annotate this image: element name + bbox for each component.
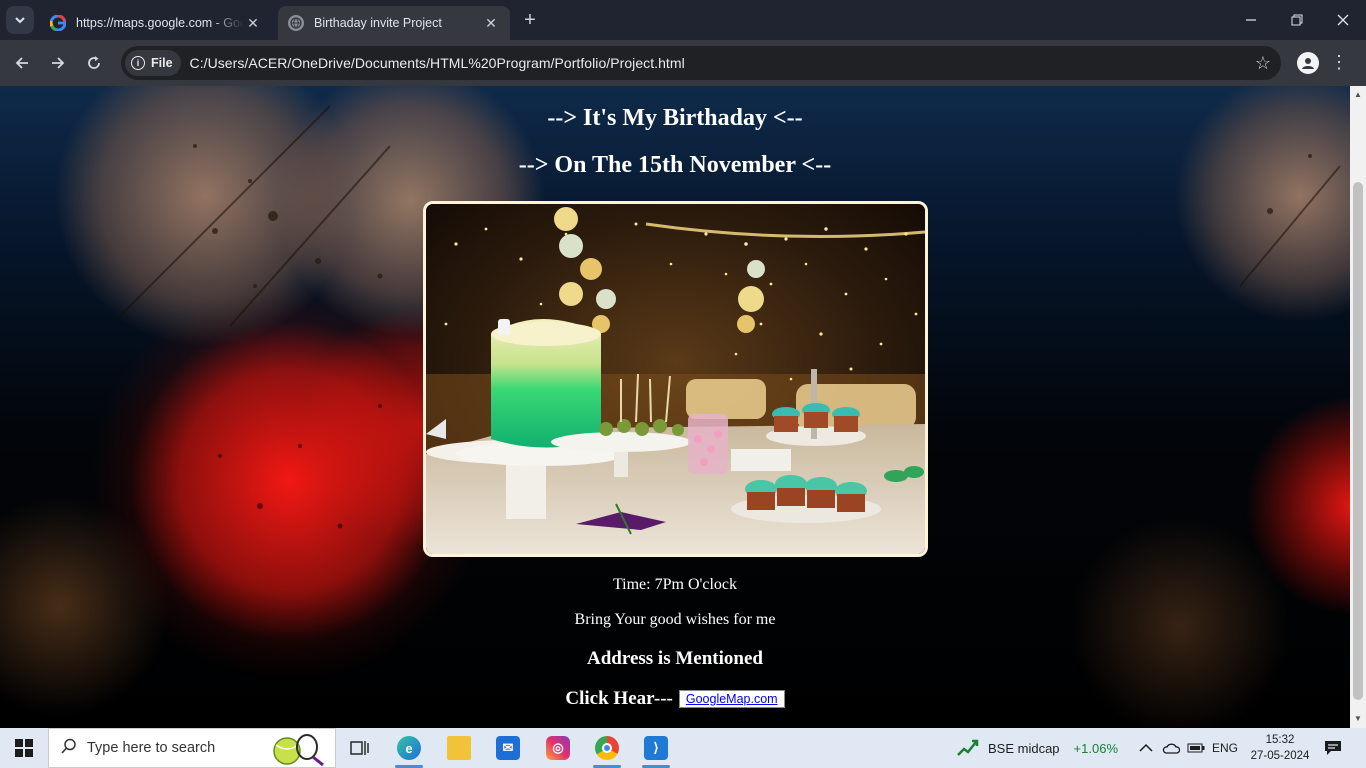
stock-name: BSE midcap bbox=[988, 740, 1060, 756]
search-highlight-icon bbox=[271, 731, 325, 768]
restore-button[interactable] bbox=[1274, 0, 1320, 40]
chevron-up-icon bbox=[1139, 743, 1153, 752]
tab-search-button[interactable] bbox=[6, 6, 34, 34]
stock-chart-icon bbox=[956, 737, 980, 760]
birthday-heading: --> It's My Birthaday <-- bbox=[547, 105, 803, 131]
minimize-icon bbox=[1246, 19, 1256, 21]
windows-taskbar: Type here to search e ✉ ◎ ⟩ BSE midcap +… bbox=[0, 728, 1366, 768]
tab-title: Birthaday invite Project bbox=[314, 16, 442, 30]
google-map-link[interactable]: GoogleMap.com bbox=[678, 690, 785, 708]
chevron-down-icon bbox=[15, 17, 25, 24]
browser-toolbar: i File C:/Users/ACER/OneDrive/Documents/… bbox=[0, 40, 1366, 86]
reload-icon bbox=[88, 56, 100, 69]
taskbar-search-box[interactable]: Type here to search bbox=[48, 728, 336, 768]
reload-button[interactable] bbox=[80, 49, 108, 77]
battery-tray[interactable] bbox=[1187, 728, 1205, 768]
close-icon bbox=[1337, 14, 1349, 26]
taskbar-vscode[interactable]: ⟩ bbox=[633, 728, 679, 768]
vscode-icon: ⟩ bbox=[644, 736, 668, 760]
restore-icon bbox=[1291, 14, 1303, 26]
browser-tabbar: https://maps.google.com - Goo ✕ Birthada… bbox=[0, 0, 1366, 40]
stock-change: +1.06% bbox=[1073, 740, 1118, 756]
page-scrollbar[interactable]: ▲ ▼ bbox=[1350, 86, 1366, 728]
arrow-left-icon bbox=[15, 57, 28, 69]
taskbar-instagram[interactable]: ◎ bbox=[535, 728, 581, 768]
profile-avatar[interactable] bbox=[1297, 52, 1319, 74]
clock-date: 27-05-2024 bbox=[1250, 750, 1310, 762]
taskbar-edge[interactable]: e bbox=[386, 728, 432, 768]
click-here-label: Click Hear--- bbox=[565, 688, 673, 709]
page-viewport: --> It's My Birthaday <-- --> On The 15t… bbox=[0, 86, 1350, 728]
onedrive-tray[interactable] bbox=[1162, 728, 1180, 768]
battery-icon bbox=[1187, 743, 1205, 753]
scroll-up-icon[interactable]: ▲ bbox=[1350, 88, 1366, 102]
more-options-icon[interactable]: ⋮ bbox=[1330, 51, 1348, 75]
info-icon: i bbox=[131, 56, 145, 70]
tab-title: https://maps.google.com - Goo bbox=[76, 16, 244, 30]
language-label: ENG bbox=[1212, 741, 1239, 755]
address-bar[interactable]: i File C:/Users/ACER/OneDrive/Documents/… bbox=[121, 46, 1281, 80]
new-tab-button[interactable]: + bbox=[518, 9, 542, 33]
date-heading: --> On The 15th November <-- bbox=[518, 152, 832, 178]
show-hidden-icons[interactable] bbox=[1139, 728, 1153, 768]
taskbar-file-explorer[interactable] bbox=[436, 728, 482, 768]
taskbar-chrome[interactable] bbox=[584, 728, 630, 768]
mail-icon: ✉ bbox=[496, 736, 520, 760]
language-indicator[interactable]: ENG bbox=[1212, 728, 1238, 768]
notifications-button[interactable] bbox=[1324, 728, 1342, 768]
forward-button[interactable] bbox=[44, 49, 72, 77]
close-tab-icon[interactable]: ✕ bbox=[482, 14, 500, 32]
birthday-cake-image bbox=[423, 201, 928, 557]
scrollbar-thumb[interactable] bbox=[1353, 182, 1363, 700]
close-tab-icon[interactable]: ✕ bbox=[244, 14, 262, 32]
folder-icon bbox=[447, 736, 471, 760]
url-text[interactable]: C:/Users/ACER/OneDrive/Documents/HTML%20… bbox=[190, 55, 685, 71]
cloud-icon bbox=[1162, 743, 1180, 754]
windows-logo-icon bbox=[15, 739, 33, 757]
google-icon bbox=[50, 15, 66, 31]
search-icon bbox=[61, 738, 77, 759]
taskbar-mail[interactable]: ✉ bbox=[485, 728, 531, 768]
start-button[interactable] bbox=[0, 728, 48, 768]
map-link-row: Click Hear--- GoogleMap.com bbox=[0, 688, 1350, 710]
task-view-button[interactable] bbox=[337, 728, 383, 768]
site-info-label: File bbox=[151, 56, 173, 70]
incognito-profile-icon bbox=[1302, 58, 1314, 69]
search-placeholder: Type here to search bbox=[87, 740, 216, 756]
tab-birthday-invite[interactable]: Birthaday invite Project ✕ bbox=[278, 6, 510, 40]
scroll-down-icon[interactable]: ▼ bbox=[1350, 712, 1366, 726]
site-info-chip[interactable]: i File bbox=[125, 50, 181, 76]
chrome-icon bbox=[595, 736, 619, 760]
address-text: Address is Mentioned bbox=[587, 648, 763, 669]
tab-google-maps[interactable]: https://maps.google.com - Goo ✕ bbox=[40, 6, 272, 40]
edge-icon: e bbox=[397, 736, 421, 760]
event-time: Time: 7Pm O'clock bbox=[612, 576, 738, 593]
task-view-icon bbox=[350, 741, 369, 755]
chat-bubble-icon bbox=[1325, 741, 1341, 755]
system-clock[interactable]: 15:32 27-05-2024 bbox=[1250, 732, 1310, 764]
wishes-text: Bring Your good wishes for me bbox=[574, 611, 776, 628]
globe-icon bbox=[288, 15, 304, 31]
clock-time: 15:32 bbox=[1265, 734, 1295, 746]
bookmark-star-icon[interactable]: ☆ bbox=[1255, 53, 1271, 74]
instagram-icon: ◎ bbox=[546, 736, 570, 760]
close-window-button[interactable] bbox=[1320, 0, 1366, 40]
arrow-right-icon bbox=[52, 57, 65, 69]
back-button[interactable] bbox=[8, 49, 36, 77]
minimize-button[interactable] bbox=[1228, 0, 1274, 40]
stock-widget[interactable]: BSE midcap +1.06% bbox=[956, 728, 1118, 768]
